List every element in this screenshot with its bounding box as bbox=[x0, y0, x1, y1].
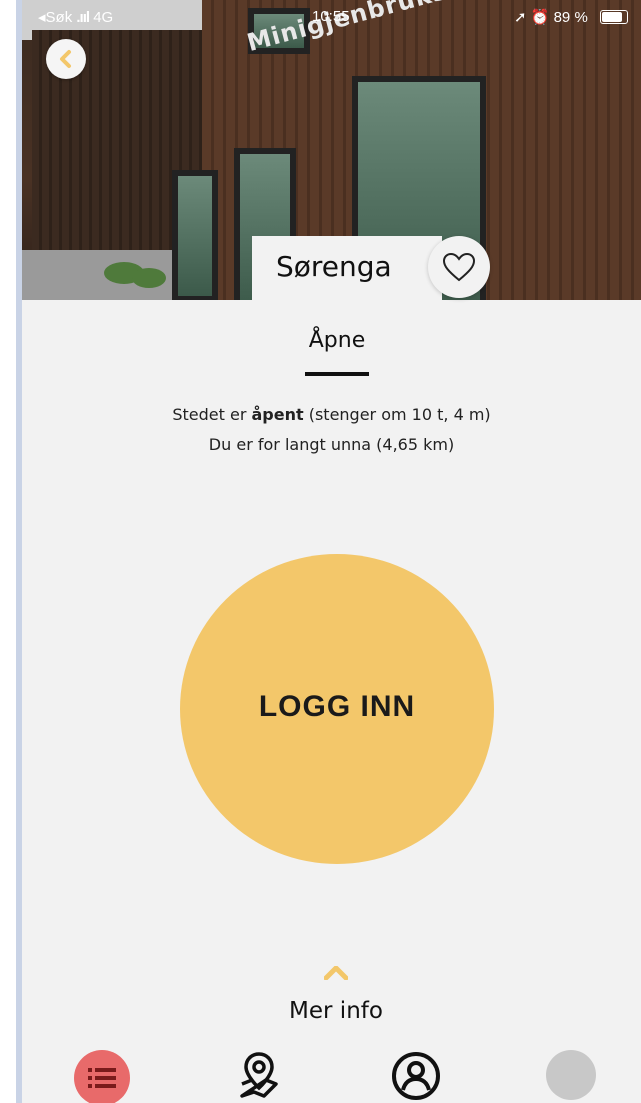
app-screen: Minigjenbruksstasjon ◂Søk .ııl 4G 10:55 … bbox=[22, 0, 641, 1103]
profile-icon bbox=[392, 1052, 440, 1100]
left-edge bbox=[0, 0, 16, 1103]
heart-outline-icon bbox=[442, 252, 476, 282]
nav-extra[interactable] bbox=[540, 1044, 600, 1103]
place-name: Sørenga bbox=[276, 250, 392, 283]
photo-window bbox=[172, 170, 218, 300]
list-icon bbox=[88, 1068, 116, 1088]
gray-circle-icon bbox=[546, 1050, 596, 1100]
status-time: 10:55 bbox=[312, 8, 350, 25]
tab-open[interactable]: Åpne bbox=[304, 328, 370, 353]
bottom-navigation bbox=[22, 1040, 641, 1103]
more-info-button[interactable]: Mer info bbox=[236, 962, 436, 1032]
map-pin-icon bbox=[240, 1052, 278, 1098]
status-carrier: ◂Søk .ııl 4G bbox=[38, 9, 114, 26]
distance-status: Du er for langt unna (4,65 km) bbox=[208, 435, 455, 454]
title-card: Sørenga bbox=[252, 236, 442, 300]
nav-profile[interactable] bbox=[386, 1044, 446, 1103]
nav-list[interactable] bbox=[72, 1044, 132, 1103]
nav-map[interactable] bbox=[230, 1044, 290, 1103]
photo-plant bbox=[132, 268, 166, 288]
opening-status: Stedet er åpent (stenger om 10 t, 4 m) bbox=[172, 405, 491, 424]
chevron-up-icon bbox=[324, 966, 348, 980]
login-label: LOGG INN bbox=[258, 690, 416, 723]
status-bar: ◂Søk .ııl 4G 10:55 ➚ ⏰ 89 % bbox=[22, 0, 641, 32]
back-button[interactable] bbox=[46, 39, 86, 79]
login-button[interactable]: LOGG INN bbox=[180, 554, 494, 864]
more-info-label: Mer info bbox=[289, 998, 383, 1024]
chevron-left-icon bbox=[60, 50, 71, 68]
battery-icon bbox=[600, 10, 628, 24]
status-battery-percent: ➚ ⏰ 89 % bbox=[514, 9, 588, 26]
open-status-word: åpent bbox=[251, 405, 304, 424]
favorite-button[interactable] bbox=[428, 236, 490, 298]
tab-underline bbox=[305, 372, 369, 376]
